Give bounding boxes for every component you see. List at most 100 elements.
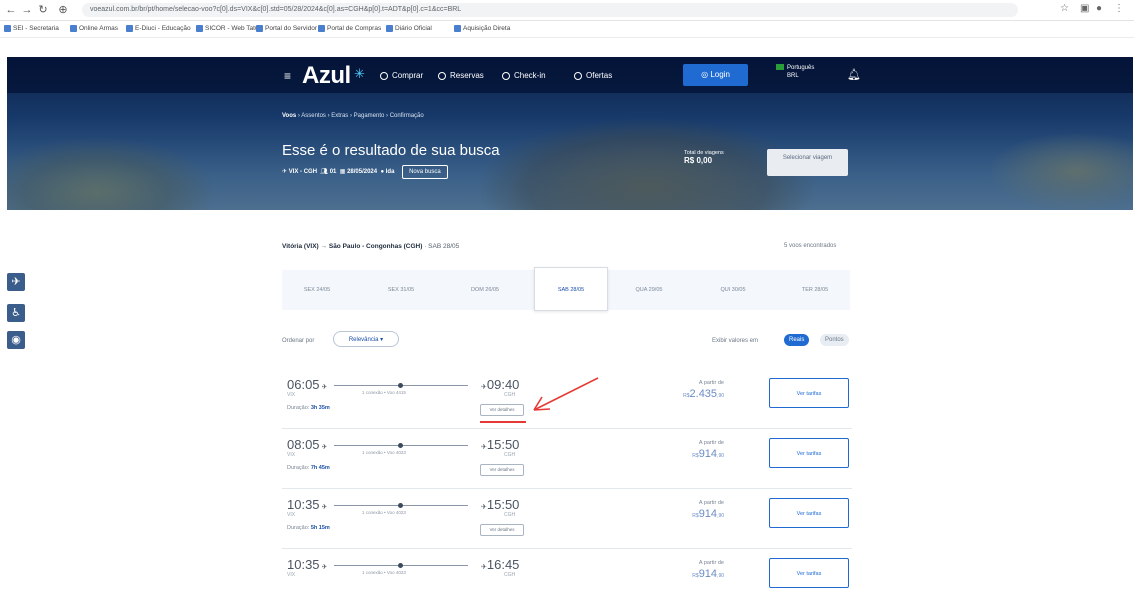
address-bar[interactable]: voeazul.com.br/br/pt/home/selecao-voo?c[… — [82, 3, 1018, 17]
route-line — [334, 443, 468, 448]
date-tab[interactable]: SEX 24/05 — [282, 270, 352, 310]
accessibility-icon[interactable]: ♿︎ — [7, 304, 25, 322]
bookmark-item[interactable]: Online Armas — [70, 25, 118, 32]
breadcrumb: Voos › Assentos › Extras › Pagamento › C… — [282, 113, 424, 119]
date-tab[interactable]: SEX 31/05 — [366, 270, 436, 310]
price: A partir de R$2.435,90 — [683, 380, 724, 400]
bookmark-item[interactable]: Aquisição Direta — [454, 25, 510, 32]
annotation-arrow — [533, 377, 599, 411]
details-button[interactable]: Ver detalhes — [480, 404, 524, 416]
bookmark-item[interactable]: Diário Oficial — [386, 25, 432, 32]
connection-info: 1 conexão • Voo 4023 — [362, 450, 406, 455]
calendar-icon: ▦ — [339, 169, 346, 175]
date-tab[interactable]: DOM 26/05 — [450, 270, 520, 310]
bookmark-icon — [386, 25, 393, 32]
bookmark-icon — [256, 25, 263, 32]
route-line — [334, 563, 468, 568]
reload-icon[interactable]: ↻ — [36, 3, 50, 17]
date-tab-active[interactable]: SAB 28/05 — [534, 267, 608, 311]
trip-total: Total de viagens R$ 0,00 — [684, 149, 724, 165]
takeoff-icon: ✈ — [321, 384, 328, 391]
departure-time: 06:05 ✈ — [287, 377, 328, 392]
date-tab[interactable]: QUA 29/05 — [614, 270, 684, 310]
nav-comprar[interactable]: Comprar — [380, 71, 423, 80]
bookmark-item[interactable]: SICOR - Web Tatu — [196, 25, 259, 32]
bookmark-item[interactable]: Portal de Compras — [318, 25, 381, 32]
breadcrumb-confirmacao: Confirmação — [389, 113, 424, 119]
flight-row: 10:35 ✈ VIX 1 conexão • Voo 4023 ✈15:50 C… — [282, 488, 852, 549]
connection-info: 1 conexão • Voo 4023 — [362, 570, 406, 575]
calendar-icon — [438, 71, 446, 80]
nav-checkin[interactable]: Check-in — [502, 71, 546, 80]
toggle-pontos[interactable]: Pontos — [820, 334, 849, 346]
arrival-time: ✈16:45 — [481, 557, 520, 572]
bookmark-star-icon[interactable]: ☆ — [1060, 3, 1069, 14]
takeoff-icon: ✈ — [321, 504, 328, 511]
bookmark-item[interactable]: E-Diuci - Educação — [126, 25, 191, 32]
route-line — [334, 503, 468, 508]
departure-time: 08:05 ✈ — [287, 437, 328, 452]
view-fares-button[interactable]: Ver tarifas — [769, 558, 849, 588]
sort-label: Ordenar por — [282, 338, 315, 344]
profile-icon[interactable]: ● — [1096, 3, 1102, 14]
passengers-icon: 👥︎ — [320, 169, 329, 175]
bookmarks-bar: SEI - Secretaria Online Armas E-Diuci - … — [0, 21, 1134, 38]
view-fares-button[interactable]: Ver tarifas — [769, 438, 849, 468]
nav-reservas[interactable]: Reservas — [438, 71, 484, 80]
language-selector[interactable]: Português BRL — [776, 64, 814, 80]
toggle-reais[interactable]: Reais — [784, 334, 810, 346]
bookmark-item[interactable]: Portal do Servidor — [256, 25, 317, 32]
menu-icon[interactable]: ⋮ — [1114, 3, 1124, 14]
site-info-icon[interactable]: ⊕ — [56, 3, 70, 17]
bookmark-item[interactable]: SEI - Secretaria — [4, 25, 59, 32]
route-header: Vitória (VIX) → São Paulo - Congonhas (C… — [282, 243, 460, 250]
flight-row: 08:05 ✈ VIX 1 conexão • Voo 4023 ✈15:50 C… — [282, 428, 852, 489]
user-icon: ◎ — [701, 70, 711, 79]
breadcrumb-assentos: Assentos — [301, 113, 326, 119]
eye-off-icon[interactable]: ◉ — [7, 331, 25, 349]
arrival-airport: CGH — [504, 392, 516, 398]
azul-logo[interactable]: Azul — [302, 62, 351, 90]
hamburger-menu-icon[interactable]: ≡ — [284, 69, 291, 83]
extensions-icon[interactable]: ▣ — [1080, 3, 1089, 14]
search-passengers: 01 — [329, 169, 337, 175]
departure-airport: VIX — [287, 392, 296, 398]
connection-dot — [398, 383, 403, 388]
date-tab[interactable]: TER 28/05 — [780, 270, 850, 310]
details-button[interactable]: Ver detalhes — [480, 524, 524, 536]
bookmark-icon — [454, 25, 461, 32]
results-count: 5 voos encontrados — [784, 243, 837, 249]
back-icon[interactable]: ← — [4, 3, 18, 17]
connection-info: 1 conexão • Voo 4415 — [362, 390, 406, 395]
connection-dot — [398, 443, 403, 448]
display-currency-label: Exibir valores em — [712, 338, 759, 344]
search-summary: ✈ VIX - CGH 👥︎ 01 ▦ 28/05/2024 ● Ida Nov… — [282, 165, 448, 179]
duration: Duração: 5h 15m — [287, 525, 330, 531]
departure-time: 10:35 ✈ — [287, 557, 328, 572]
new-search-button[interactable]: Nova busca — [402, 165, 448, 179]
view-fares-button[interactable]: Ver tarifas — [769, 498, 849, 528]
view-fares-button[interactable]: Ver tarifas — [769, 378, 849, 408]
forward-icon[interactable]: → — [20, 3, 34, 17]
duration: Duração: 7h 45m — [287, 465, 330, 471]
breadcrumb-pagamento: Pagamento — [353, 113, 385, 119]
page-title: Esse é o resultado de sua busca — [282, 142, 500, 159]
tag-icon — [574, 71, 582, 80]
date-tab[interactable]: QUI 30/05 — [698, 270, 768, 310]
select-trip-button[interactable]: Selecionar viagem — [767, 149, 848, 176]
airplane-icon[interactable]: ✈ — [7, 273, 25, 291]
notification-bell-icon[interactable]: 🔔︎ — [847, 68, 861, 81]
arrival-airport: CGH — [504, 512, 516, 518]
sort-select[interactable]: Relevância ▾ — [333, 331, 399, 347]
takeoff-icon: ✈ — [321, 564, 328, 571]
login-button[interactable]: ◎ Login — [683, 64, 748, 86]
details-button[interactable]: Ver detalhes — [480, 464, 524, 476]
azul-logo-mark-icon: ✳ — [354, 66, 365, 81]
breadcrumb-voos[interactable]: Voos — [282, 113, 296, 119]
takeoff-icon: ✈ — [321, 444, 328, 451]
search-route: VIX - CGH — [288, 169, 318, 175]
trip-type-icon: ● — [380, 169, 385, 175]
nav-ofertas[interactable]: Ofertas — [574, 71, 612, 80]
browser-toolbar: ← → ↻ ⊕ voeazul.com.br/br/pt/home/seleca… — [0, 0, 1134, 21]
brazil-flag-icon — [776, 64, 784, 70]
